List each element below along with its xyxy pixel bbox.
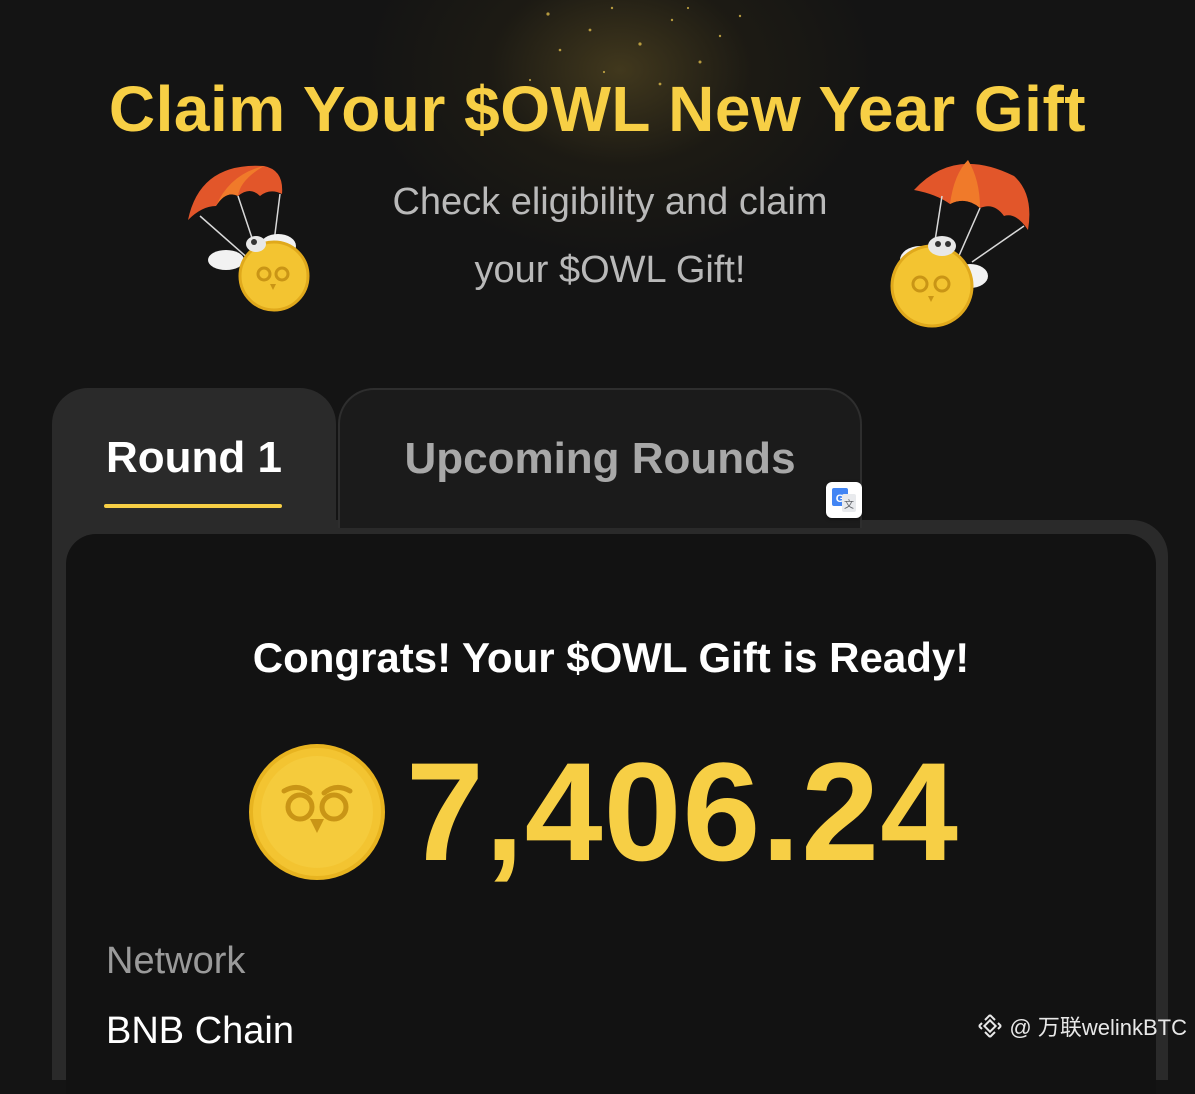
network-value: BNB Chain	[106, 1010, 294, 1052]
round-tabs: Round 1 Upcoming Rounds	[52, 388, 862, 528]
svg-text:文: 文	[844, 498, 854, 511]
owl-coin-icon	[249, 744, 385, 880]
watermark: @ 万联welinkBTC	[977, 1010, 1187, 1042]
watermark-text: @ 万联welinkBTC	[1009, 1015, 1187, 1040]
translate-button[interactable]: G 文	[826, 482, 862, 518]
congrats-message: Congrats! Your $OWL Gift is Ready!	[252, 634, 970, 681]
parachute-owl-mascot-right	[890, 160, 1030, 328]
google-translate-icon: G 文	[832, 488, 856, 512]
network-label: Network	[106, 940, 246, 982]
hero-subtitle-line1: Check eligibility and claim	[392, 181, 828, 223]
gift-amount: 7,406.24	[406, 733, 959, 890]
tab-upcoming-rounds[interactable]: Upcoming Rounds	[338, 388, 862, 528]
tab-upcoming-rounds-label: Upcoming Rounds	[404, 434, 796, 483]
hero-subtitle: Check eligibility and claim your $OWL Gi…	[320, 168, 900, 304]
gift-amount-row: 7,406.24	[248, 742, 959, 882]
tab-round-1[interactable]: Round 1	[52, 388, 336, 528]
tab-active-indicator	[104, 504, 282, 508]
hero-subtitle-line2: your $OWL Gift!	[474, 249, 746, 291]
hero-title: Claim Your $OWL New Year Gift	[108, 73, 1087, 145]
parachute-owl-mascot-left	[188, 165, 310, 312]
tab-round-1-label: Round 1	[106, 433, 282, 482]
binance-logo-icon	[978, 1014, 1003, 1038]
